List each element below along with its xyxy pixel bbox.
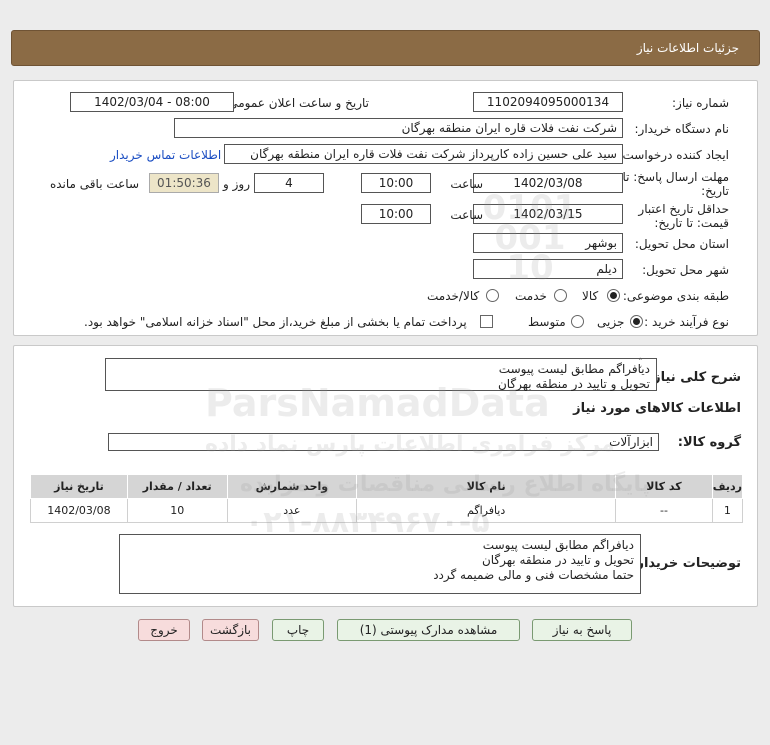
goods-table: ردیف کد کالا نام کالا واحد شمارش تعداد /… bbox=[30, 474, 744, 523]
exit-button[interactable]: خروج bbox=[138, 619, 190, 641]
goods-table-header: ردیف کد کالا نام کالا واحد شمارش تعداد /… bbox=[30, 474, 744, 499]
col-date: تاریخ نیاز bbox=[30, 474, 128, 499]
treasury-payment-checkbox[interactable] bbox=[480, 315, 493, 328]
col-name: نام کالا bbox=[356, 474, 617, 499]
cell-name: دیافراگم bbox=[356, 498, 617, 523]
page-header: جزئیات اطلاعات نیاز bbox=[11, 30, 760, 66]
process-label: نوع فرآیند خرید : bbox=[644, 315, 729, 329]
need-number-label: شماره نیاز: bbox=[672, 96, 729, 110]
province-label: استان محل تحویل: bbox=[634, 237, 729, 251]
creator-field: سید علی حسین زاده کارپرداز شرکت نفت فلات… bbox=[224, 144, 623, 164]
cell-code: -- bbox=[615, 498, 713, 523]
category-radio-goods-service[interactable] bbox=[486, 289, 499, 302]
category-option-service: خدمت bbox=[515, 289, 547, 303]
table-row: 1 -- دیافراگم عدد 10 1402/03/08 bbox=[30, 498, 744, 523]
buyer-notes-textarea: دیافراگم مطابق لیست پیوست تحویل و تایید … bbox=[119, 534, 641, 594]
days-field: 4 bbox=[254, 173, 324, 193]
scroll-arrows-icon[interactable]: ˄ ˅ bbox=[638, 359, 643, 376]
deadline-label-2: تاریخ: bbox=[701, 184, 729, 198]
validity-label-2: قیمت: تا تاریخ: bbox=[654, 216, 729, 230]
city-label: شهر محل تحویل: bbox=[642, 263, 729, 277]
col-row: ردیف bbox=[711, 474, 744, 499]
print-button[interactable]: چاپ bbox=[272, 619, 324, 641]
process-radio-medium[interactable] bbox=[571, 315, 584, 328]
need-details-panel: شرح کلی نیاز: دیافراگم مطابق لیست پیوست … bbox=[13, 345, 758, 607]
goods-group-field: ابزارآلات bbox=[108, 433, 659, 451]
deadline-label: مهلت ارسال پاسخ: تا bbox=[622, 170, 729, 184]
deadline-date-field: 1402/03/08 bbox=[473, 173, 623, 193]
col-unit: واحد شمارش bbox=[226, 474, 358, 499]
buyer-notes-line: حتما مشخصات فنی و مالی ضمیمه گردد bbox=[433, 568, 634, 582]
buyer-contact-link[interactable]: اطلاعات تماس خریدار bbox=[110, 148, 221, 162]
city-field: دیلم bbox=[473, 259, 623, 279]
col-qty: تعداد / مقدار bbox=[126, 474, 228, 499]
validity-time-field: 10:00 bbox=[361, 204, 431, 224]
summary-line: دیافراگم مطابق لیست پیوست bbox=[498, 362, 650, 376]
goods-info-title: اطلاعات کالاهای مورد نیاز bbox=[573, 401, 741, 416]
category-option-goods-service: کالا/خدمت bbox=[427, 289, 480, 303]
summary-textarea: دیافراگم مطابق لیست پیوست تحویل و تایید … bbox=[105, 358, 657, 391]
process-option-medium: متوسط bbox=[528, 315, 566, 329]
summary-label: شرح کلی نیاز: bbox=[647, 370, 741, 385]
cell-date: 1402/03/08 bbox=[30, 498, 128, 523]
announce-field: 1402/03/04 - 08:00 bbox=[70, 92, 234, 112]
validity-time-label: ساعت bbox=[450, 208, 483, 222]
buyer-notes-line: تحویل و تایید در منطقه بهرگان bbox=[481, 553, 634, 567]
remaining-time-field: 01:50:36 bbox=[149, 173, 219, 193]
category-radio-goods[interactable] bbox=[607, 289, 620, 302]
treasury-payment-note: پرداخت تمام یا بخشی از مبلغ خرید،از محل … bbox=[84, 315, 467, 329]
cell-qty: 10 bbox=[126, 498, 228, 523]
buyer-org-field: شرکت نفت فلات قاره ایران منطقه بهرگان bbox=[174, 118, 623, 138]
back-button[interactable]: بازگشت bbox=[202, 619, 259, 641]
cell-row: 1 bbox=[711, 498, 744, 523]
buyer-notes-line: دیافراگم مطابق لیست پیوست bbox=[482, 538, 634, 552]
days-label: روز و bbox=[223, 177, 250, 191]
category-option-goods: کالا bbox=[582, 289, 599, 303]
cell-unit: عدد bbox=[226, 498, 358, 523]
need-number-field: 1102094095000134 bbox=[473, 92, 623, 112]
goods-group-label: گروه کالا: bbox=[677, 435, 741, 450]
province-field: بوشهر bbox=[473, 233, 623, 253]
deadline-time-label: ساعت bbox=[450, 177, 483, 191]
deadline-time-field: 10:00 bbox=[361, 173, 431, 193]
reply-button[interactable]: پاسخ به نیاز bbox=[532, 619, 632, 641]
remaining-time-label: ساعت باقی مانده bbox=[49, 177, 139, 191]
summary-line: تحویل و تایید در منطقه بهرگان bbox=[497, 377, 650, 391]
category-radio-service[interactable] bbox=[554, 289, 567, 302]
view-attachments-button[interactable]: مشاهده مدارک پیوستی (1) bbox=[337, 619, 520, 641]
category-label: طبقه بندی موضوعی: bbox=[622, 289, 729, 303]
process-radio-minor[interactable] bbox=[630, 315, 643, 328]
buyer-org-label: نام دستگاه خریدار: bbox=[634, 122, 730, 136]
process-option-minor: جزیی bbox=[597, 315, 625, 329]
creator-label: ایجاد کننده درخواست: bbox=[618, 148, 729, 162]
validity-date-field: 1402/03/15 bbox=[473, 204, 623, 224]
validity-label: حداقل تاریخ اعتبار bbox=[638, 202, 729, 216]
buyer-notes-label: توضیحات خریدار: bbox=[631, 556, 741, 571]
col-code: کد کالا bbox=[615, 474, 713, 499]
request-info-panel: شماره نیاز: 1102094095000134 تاریخ و ساع… bbox=[13, 80, 758, 336]
page-title: جزئیات اطلاعات نیاز bbox=[636, 41, 739, 55]
announce-label: تاریخ و ساعت اعلان عمومی: bbox=[224, 96, 369, 110]
